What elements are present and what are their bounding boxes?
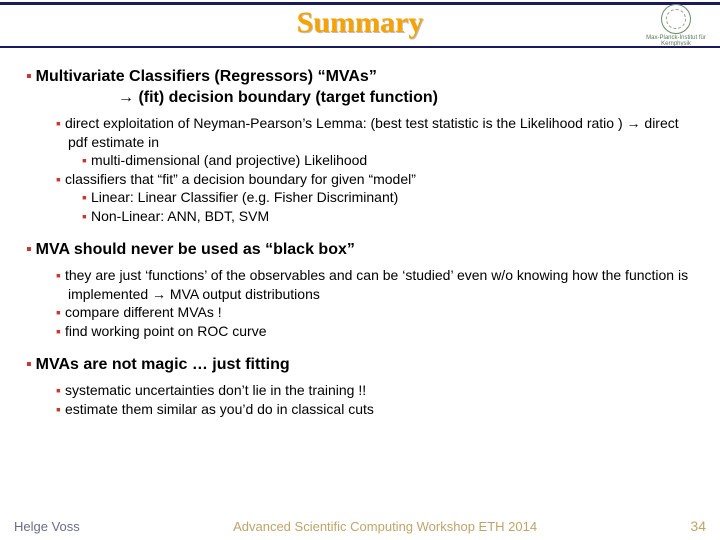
institute-logo: Max-Planck-Institut für Kernphysik xyxy=(640,4,712,42)
list-item: ▪direct exploitation of Neyman-Pearson’s… xyxy=(68,114,694,151)
list-item: ▪Linear: Linear Classifier (e.g. Fisher … xyxy=(68,188,694,206)
section-subitems: ▪they are just ‘functions’ of the observ… xyxy=(26,260,694,340)
logo-ring-icon xyxy=(661,4,691,34)
section-heading: ▪Multivariate Classifiers (Regressors) “… xyxy=(26,66,694,87)
list-item: ▪they are just ‘functions’ of the observ… xyxy=(68,266,694,303)
section-1: ▪Multivariate Classifiers (Regressors) “… xyxy=(26,66,694,225)
list-item: ▪compare different MVAs ! xyxy=(68,303,694,321)
heading-text: Multivariate Classifiers (Regressors) “M… xyxy=(36,68,377,85)
section-subitems: ▪systematic uncertainties don’t lie in t… xyxy=(26,375,694,418)
header-accent-bar xyxy=(0,2,720,5)
section-subitems: ▪direct exploitation of Neyman-Pearson’s… xyxy=(26,108,694,225)
footer-page-number: 34 xyxy=(690,518,706,534)
list-item: ▪classifiers that “fit” a decision bound… xyxy=(68,170,694,188)
section-2: ▪MVA should never be used as “black box”… xyxy=(26,239,694,340)
slide-header: Summary Max-Planck-Institut für Kernphys… xyxy=(0,0,720,48)
section-3: ▪MVAs are not magic … just fitting ▪syst… xyxy=(26,354,694,418)
footer-venue: Advanced Scientific Computing Workshop E… xyxy=(80,519,691,534)
slide-title: Summary xyxy=(297,6,424,40)
section-heading: ▪MVAs are not magic … just fitting xyxy=(26,354,694,375)
list-item: ▪systematic uncertainties don’t lie in t… xyxy=(68,381,694,399)
list-item: ▪find working point on ROC curve xyxy=(68,322,694,340)
slide-body: ▪Multivariate Classifiers (Regressors) “… xyxy=(0,48,720,418)
footer-author: Helge Voss xyxy=(14,519,80,534)
logo-text: Max-Planck-Institut für Kernphysik xyxy=(640,35,712,47)
list-item: ▪estimate them similar as you’d do in cl… xyxy=(68,400,694,418)
list-item: ▪multi-dimensional (and projective) Like… xyxy=(68,151,694,169)
heading-text: MVAs are not magic … just fitting xyxy=(36,356,290,373)
slide-footer: Helge Voss Advanced Scientific Computing… xyxy=(0,518,720,534)
list-item: ▪Non-Linear: ANN, BDT, SVM xyxy=(68,207,694,225)
heading-text: MVA should never be used as “black box” xyxy=(36,241,355,258)
section-heading-cont: → (fit) decision boundary (target functi… xyxy=(26,87,694,108)
section-heading: ▪MVA should never be used as “black box” xyxy=(26,239,694,260)
